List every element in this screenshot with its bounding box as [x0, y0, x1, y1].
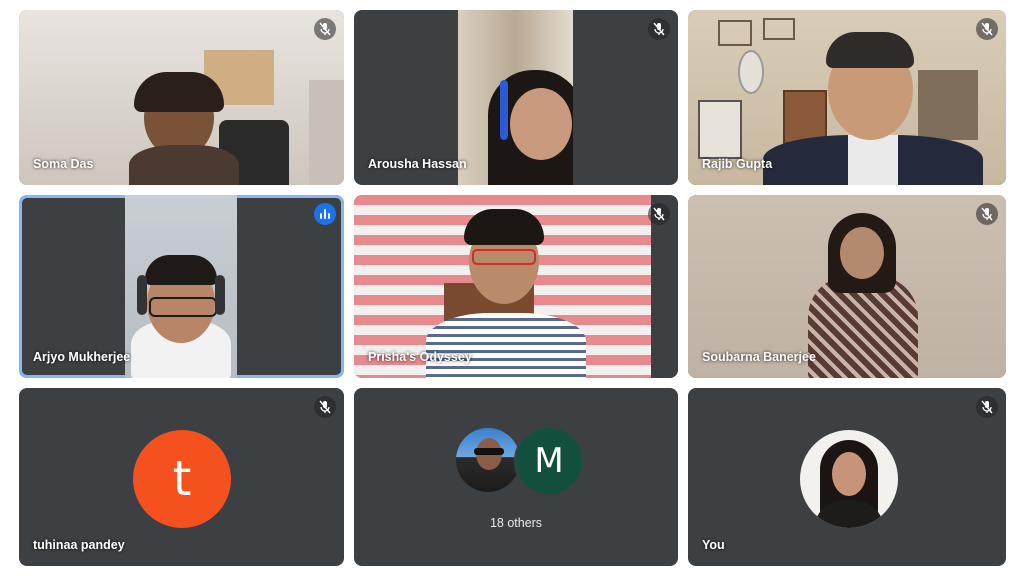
- avatar: t: [133, 430, 231, 528]
- mic-muted-icon: [314, 18, 336, 40]
- video-feed: [125, 195, 237, 378]
- avatar-letter: t: [172, 451, 192, 507]
- participant-name: Prisha's Odyssey: [368, 350, 472, 364]
- mic-muted-icon: [648, 203, 670, 225]
- mic-muted-icon: [976, 396, 998, 418]
- mic-muted-icon: [314, 396, 336, 418]
- other-participant-avatar-letter: M: [514, 426, 584, 496]
- speaking-indicator-icon: [314, 203, 336, 225]
- mic-muted-icon: [976, 203, 998, 225]
- participant-tile-soma-das[interactable]: Soma Das: [19, 10, 344, 185]
- others-count-label: 18 others: [489, 516, 543, 530]
- video-feed: [458, 10, 573, 185]
- others-tile[interactable]: M 18 others: [354, 388, 678, 566]
- participant-tile-arjyo-mukherjee[interactable]: Arjyo Mukherjee: [19, 195, 344, 378]
- participant-name: Arousha Hassan: [368, 157, 467, 171]
- participant-name: Soubarna Banerjee: [702, 350, 816, 364]
- mic-muted-icon: [976, 18, 998, 40]
- participant-tile-soubarna-banerjee[interactable]: Soubarna Banerjee: [688, 195, 1006, 378]
- mic-muted-icon: [648, 18, 670, 40]
- other-participant-avatar: [456, 428, 520, 492]
- participant-name: You: [702, 538, 725, 552]
- participant-tile-prishas-odyssey[interactable]: Prisha's Odyssey: [354, 195, 678, 378]
- participant-tile-rajib-gupta[interactable]: Rajib Gupta: [688, 10, 1006, 185]
- participant-tile-you[interactable]: You: [688, 388, 1006, 566]
- avatar: [800, 430, 898, 528]
- avatar-letter: M: [534, 441, 564, 481]
- participant-name: Rajib Gupta: [702, 157, 773, 171]
- participant-tile-arousha-hassan[interactable]: Arousha Hassan: [354, 10, 678, 185]
- participant-tile-tuhinaa-pandey[interactable]: t tuhinaa pandey: [19, 388, 344, 566]
- participant-name: Arjyo Mukherjee: [33, 350, 131, 364]
- participant-name: Soma Das: [33, 157, 94, 171]
- participant-name: tuhinaa pandey: [33, 538, 125, 552]
